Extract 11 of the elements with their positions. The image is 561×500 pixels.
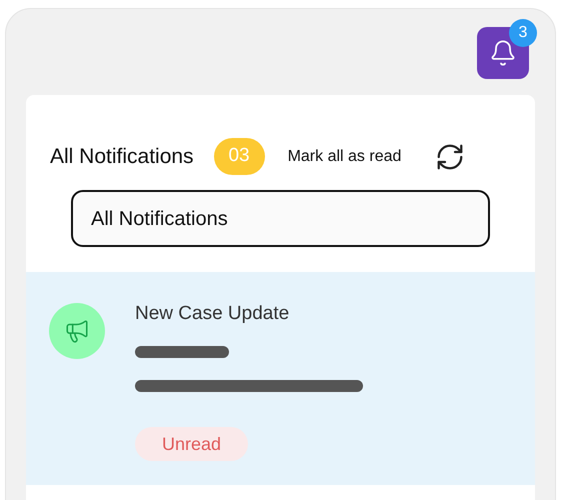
refresh-icon xyxy=(435,142,466,172)
bell-icon xyxy=(489,39,517,67)
notification-item[interactable]: New Case Update Unread xyxy=(26,272,535,485)
megaphone-icon xyxy=(64,318,90,344)
mark-all-read-link[interactable]: Mark all as read xyxy=(288,144,402,168)
count-badge: 03 xyxy=(214,138,265,175)
status-chip: Unread xyxy=(135,427,248,461)
panel-title: All Notifications xyxy=(50,144,194,170)
notification-count-badge: 3 xyxy=(509,19,537,47)
notification-title: New Case Update xyxy=(135,302,290,326)
filter-select[interactable]: All Notifications xyxy=(71,190,490,247)
